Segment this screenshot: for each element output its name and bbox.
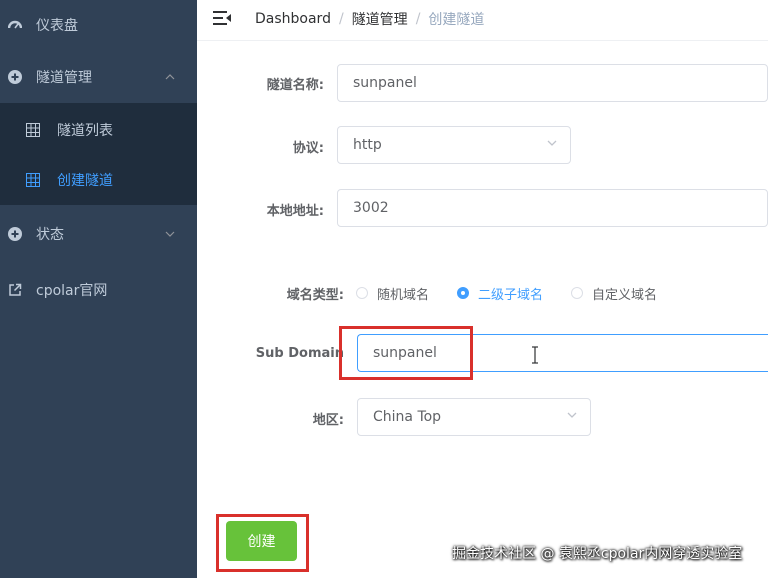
sidebar-item-cpolar-website[interactable]: cpolar官网: [0, 265, 197, 315]
radio-label: 随机域名: [377, 287, 430, 303]
watermark: 掘金技术社区 @ 袁熙丞cpolar内网穿透实验室: [452, 546, 743, 562]
sidebar-subitem-tunnel-list[interactable]: 隧道列表: [0, 105, 197, 155]
external-link-icon: [7, 282, 23, 298]
domain-type-radio-group: 随机域名 二级子域名 自定义域名: [356, 283, 685, 303]
tunnel-name-value: sunpanel: [353, 75, 417, 91]
sidebar-item-status[interactable]: 状态: [0, 209, 197, 259]
submenu: 隧道列表 创建隧道: [0, 103, 197, 205]
sidebar-item-label: 状态: [36, 227, 64, 243]
plus-circle-icon: [7, 226, 23, 242]
radio-label: 自定义域名: [592, 287, 658, 303]
sidebar-subitem-label: 创建隧道: [57, 173, 113, 189]
radio-random-domain[interactable]: 随机域名: [356, 284, 429, 303]
annotation-highlight-subdomain: [339, 326, 473, 380]
radio-circle: [571, 287, 584, 299]
navbar: Dashboard / 隧道管理 / 创建隧道: [197, 0, 768, 41]
sidebar-subitem-create-tunnel[interactable]: 创建隧道: [0, 155, 197, 205]
sidebar-item-label: 仪表盘: [36, 18, 78, 34]
region-select[interactable]: China Top: [357, 398, 591, 436]
grid-icon: [26, 123, 40, 137]
dashboard-icon: [7, 17, 23, 33]
chevron-down-icon: [165, 229, 175, 240]
sidebar-item-label: 隧道管理: [36, 70, 92, 86]
annotation-highlight-create: [216, 514, 309, 572]
local-address-value: 3002: [353, 200, 389, 216]
text-cursor-icon: [530, 345, 540, 365]
plus-circle-icon: [7, 69, 23, 85]
protocol-value: http: [353, 137, 382, 153]
tunnel-name-input[interactable]: sunpanel: [337, 64, 768, 102]
protocol-select[interactable]: http: [337, 126, 571, 164]
radio-circle: [356, 287, 368, 299]
tunnel-name-label: 隧道名称:: [266, 78, 324, 93]
chevron-down-icon: [546, 137, 558, 149]
chevron-down-icon: [566, 409, 578, 421]
radio-custom-domain[interactable]: 自定义域名: [571, 284, 657, 303]
radio-subdomain[interactable]: 二级子域名: [457, 284, 543, 303]
region-value: China Top: [373, 409, 442, 425]
breadcrumb-item-create-tunnel: 创建隧道: [428, 12, 485, 28]
protocol-label: 协议:: [292, 141, 324, 156]
grid-icon: [26, 173, 40, 187]
sub-domain-label: Sub Domain: [255, 346, 344, 361]
domain-type-label: 域名类型:: [286, 288, 344, 303]
sidebar-item-dashboard[interactable]: 仪表盘: [0, 0, 197, 50]
breadcrumb-separator: /: [415, 11, 421, 27]
sidebar-item-tunnel-management[interactable]: 隧道管理: [0, 52, 197, 102]
sidebar: 仪表盘 隧道管理 隧道列表 创建隧道 状态 cpolar官网: [0, 0, 197, 578]
radio-circle: [457, 287, 470, 299]
sidebar-subitem-label: 隧道列表: [57, 123, 113, 139]
radio-label: 二级子域名: [478, 287, 544, 303]
local-address-label: 本地地址:: [266, 204, 324, 219]
local-address-input[interactable]: 3002: [337, 189, 768, 227]
breadcrumb-separator: /: [338, 11, 344, 27]
breadcrumb: Dashboard / 隧道管理 / 创建隧道: [255, 9, 484, 29]
region-label: 地区:: [312, 413, 344, 428]
hamburger-icon[interactable]: [213, 10, 231, 25]
sidebar-item-label: cpolar官网: [36, 283, 108, 299]
chevron-up-icon: [165, 72, 175, 83]
breadcrumb-item-tunnel-management[interactable]: 隧道管理: [352, 9, 408, 29]
breadcrumb-item-dashboard[interactable]: Dashboard: [255, 11, 331, 27]
